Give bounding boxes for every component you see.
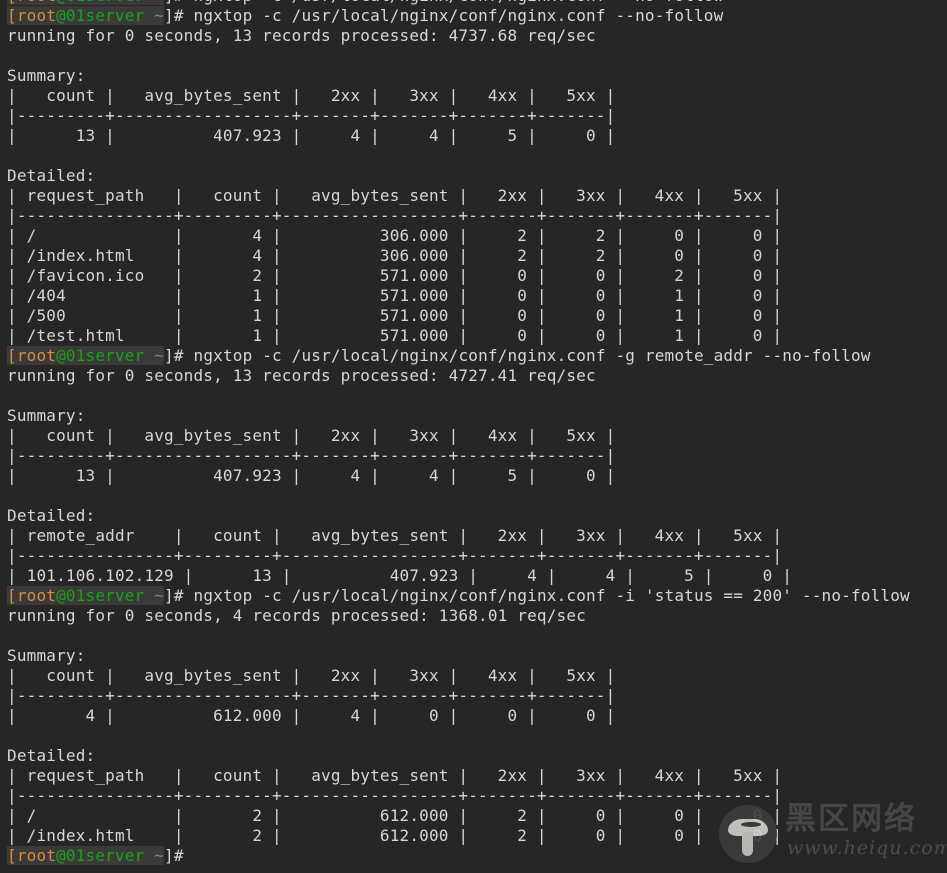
prompt-sigil: ]# (164, 6, 184, 25)
terminal-output-line: Detailed: (7, 506, 96, 525)
terminal-output-line: | remote_addr | count | avg_bytes_sent |… (7, 526, 783, 545)
prompt-user: [root (7, 6, 57, 25)
terminal-output-line: | / | 4 | 306.000 | 2 | 2 | 0 | 0 | (7, 226, 783, 245)
prompt-user: [root (7, 346, 57, 365)
command-text: ngxtop -c /usr/local/nginx/conf/nginx.co… (184, 0, 724, 5)
prompt-host: @01server (56, 586, 145, 605)
terminal-output-line: | 13 | 407.923 | 4 | 4 | 5 | 0 | (7, 126, 616, 145)
shell-prompt: [root@01server ~ (7, 586, 165, 605)
shell-prompt: [root@01server ~ (7, 6, 165, 25)
terminal-output-line: |----------------+---------+------------… (7, 786, 783, 805)
prompt-sigil: ]# (164, 586, 184, 605)
terminal-output-line: | /index.html | 4 | 306.000 | 2 | 2 | 0 … (7, 246, 783, 265)
prompt-host: @01server (56, 0, 144, 5)
terminal-command-line: [root@01server ~]# ngxtop -c /usr/local/… (7, 6, 910, 26)
terminal-screen: [root@01server ~]# ngxtop -c /usr/local/… (7, 0, 910, 866)
terminal-output-line: |---------+------------------+-------+--… (7, 106, 616, 125)
terminal-output-line: | / | 2 | 612.000 | 2 | 0 | 0 | 0 | (7, 806, 783, 825)
terminal-output-line: |----------------+---------+------------… (7, 546, 783, 565)
prompt-sigil: ]# (164, 346, 184, 365)
terminal-output-line: | request_path | count | avg_bytes_sent … (7, 766, 783, 785)
prompt-cwd: ~ (144, 586, 165, 605)
prompt-host: @01server (56, 846, 145, 865)
terminal-output-line: | /404 | 1 | 571.000 | 0 | 0 | 1 | 0 | (7, 286, 783, 305)
prompt-user: [root (7, 846, 57, 865)
terminal-output-line: Detailed: (7, 166, 96, 185)
terminal-output-line: Summary: (7, 66, 86, 85)
terminal-output-line: |----------------+---------+------------… (7, 206, 783, 225)
prompt-user: [root (7, 0, 56, 5)
prompt-sigil: ]# (164, 846, 184, 865)
terminal-output-line: Summary: (7, 646, 86, 665)
terminal-command-line: [root@01server ~]# ngxtop -c /usr/local/… (7, 586, 910, 606)
terminal-output-line: | 4 | 612.000 | 4 | 0 | 0 | 0 | (7, 706, 616, 725)
terminal-command-line: [root@01server ~]# ngxtop -c /usr/local/… (7, 346, 910, 366)
terminal-output-line: | count | avg_bytes_sent | 2xx | 3xx | 4… (7, 426, 616, 445)
terminal-output-line: | count | avg_bytes_sent | 2xx | 3xx | 4… (7, 86, 616, 105)
terminal-output-line: | count | avg_bytes_sent | 2xx | 3xx | 4… (7, 666, 616, 685)
prompt-host: @01server (56, 6, 145, 25)
terminal-window[interactable]: [root@01server ~]# ngxtop -c /usr/local/… (0, 0, 947, 873)
shell-prompt: [root@01server ~ (7, 346, 165, 365)
terminal-output-line: Detailed: (7, 746, 96, 765)
prompt-cwd: ~ (144, 846, 165, 865)
terminal-output-line: |---------+------------------+-------+--… (7, 446, 616, 465)
terminal-output-line: | request_path | count | avg_bytes_sent … (7, 186, 783, 205)
prompt-sigil: ]# (164, 0, 184, 5)
terminal-output-line: | 101.106.102.129 | 13 | 407.923 | 4 | 4… (7, 566, 793, 585)
command-text: ngxtop -c /usr/local/nginx/conf/nginx.co… (183, 346, 871, 365)
terminal-command-line: [root@01server ~]# (7, 846, 910, 866)
terminal-output-line: Summary: (7, 406, 86, 425)
prompt-cwd: ~ (144, 346, 165, 365)
terminal-output-line: running for 0 seconds, 13 records proces… (7, 26, 596, 45)
terminal-output-line: | /500 | 1 | 571.000 | 0 | 0 | 1 | 0 | (7, 306, 783, 325)
terminal-output-line: | /index.html | 2 | 612.000 | 2 | 0 | 0 … (7, 826, 783, 845)
terminal-output-line: | 13 | 407.923 | 4 | 4 | 5 | 0 | (7, 466, 616, 485)
prompt-cwd: ~ (144, 6, 165, 25)
shell-prompt: [root@01server ~ (7, 846, 165, 865)
command-text: ngxtop -c /usr/local/nginx/conf/nginx.co… (183, 586, 910, 605)
prompt-user: [root (7, 586, 57, 605)
terminal-output-line: | /favicon.ico | 2 | 571.000 | 0 | 0 | 2… (7, 266, 783, 285)
command-text: ngxtop -c /usr/local/nginx/conf/nginx.co… (183, 6, 724, 25)
prompt-cwd: ~ (144, 0, 164, 5)
shell-prompt: [root@01server ~ (7, 0, 165, 5)
terminal-output-line: running for 0 seconds, 4 records process… (7, 606, 586, 625)
terminal-output-line: running for 0 seconds, 13 records proces… (7, 366, 596, 385)
terminal-output-line: |---------+------------------+-------+--… (7, 686, 616, 705)
terminal-output-line: | /test.html | 1 | 571.000 | 0 | 0 | 1 |… (7, 326, 783, 345)
prompt-host: @01server (56, 346, 145, 365)
